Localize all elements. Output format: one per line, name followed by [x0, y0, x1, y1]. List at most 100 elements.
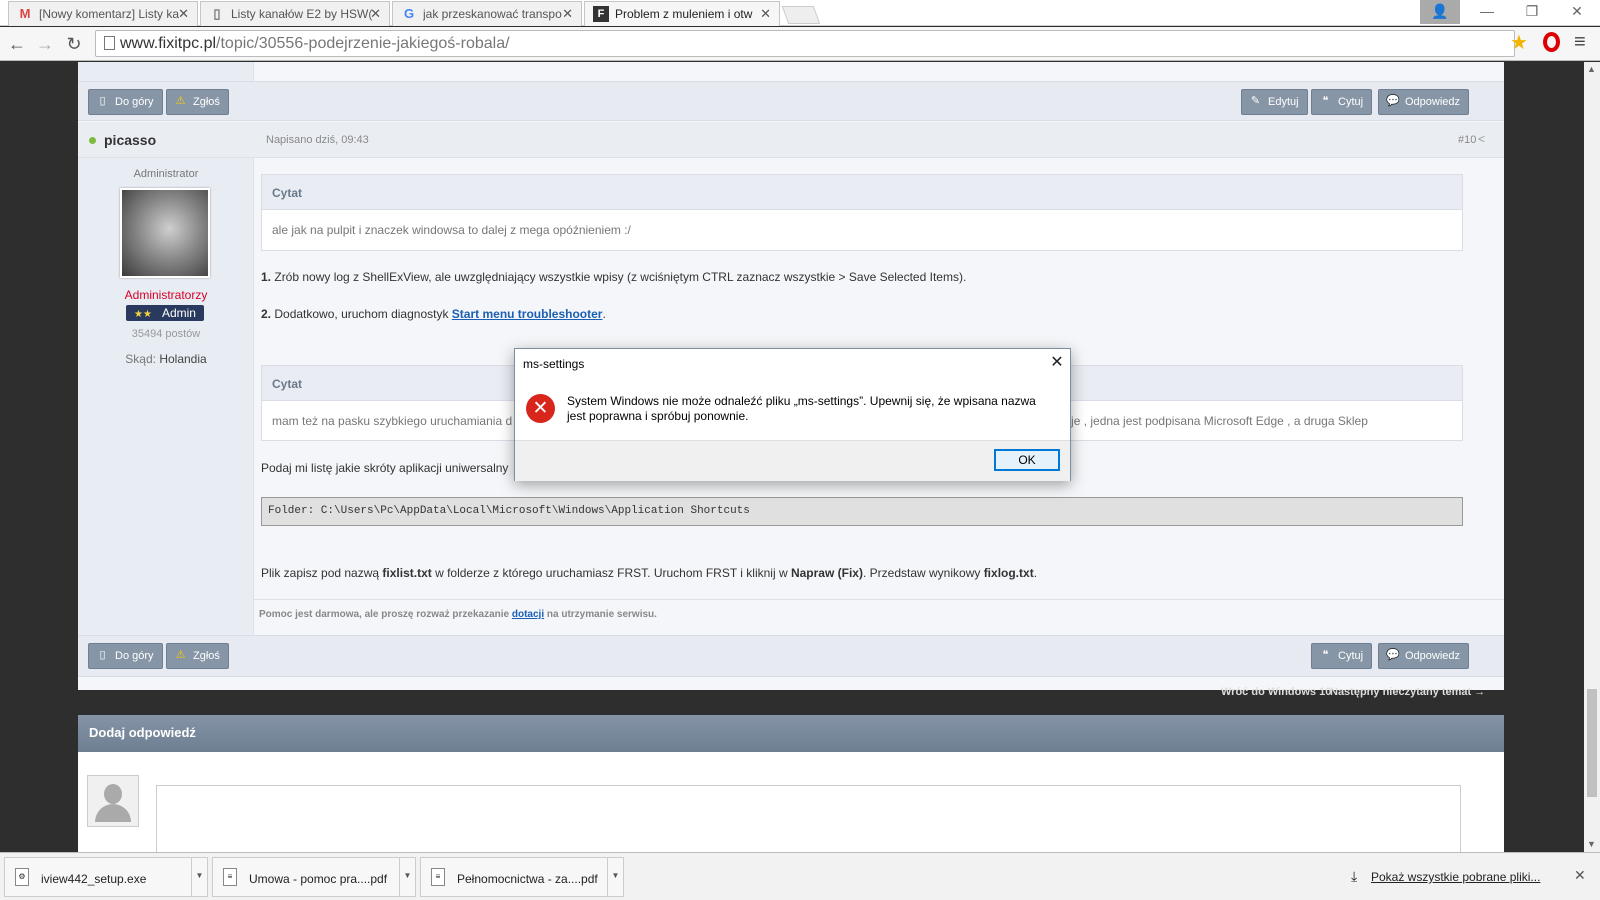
to-top-button[interactable]: ▯ Do góry: [88, 643, 163, 669]
close-window-button[interactable]: ✕: [1555, 0, 1599, 24]
scroll-up-icon[interactable]: ▲: [1587, 64, 1596, 74]
reply-panel-title: Dodaj odpowiedź: [78, 715, 1504, 752]
filename-fixlist: fixlist.txt: [382, 566, 432, 580]
warning-icon: ⚠: [175, 649, 186, 661]
user-avatar-placeholder-icon: [87, 775, 139, 827]
reply-button[interactable]: 💬 Odpowiedz: [1378, 89, 1470, 115]
tab-gmail[interactable]: M [Nowy komentarz] Listy ka ✕: [8, 1, 198, 26]
donation-link[interactable]: dotacji: [512, 609, 544, 620]
tab-channel-lists[interactable]: ▯ Listy kanałów E2 by HSW( ✕: [200, 1, 390, 26]
reply-button[interactable]: 💬 Odpowiedz: [1378, 643, 1470, 669]
menu-icon[interactable]: ≡: [1574, 31, 1586, 54]
tab-title: [Nowy komentarz] Listy ka: [39, 7, 180, 21]
chevron-down-icon[interactable]: ▼: [607, 858, 623, 896]
ok-button[interactable]: OK: [994, 449, 1060, 471]
reload-icon[interactable]: ↻: [62, 32, 86, 56]
download-item[interactable]: ≡ Pełnomocnictwa - za....pdf ▼: [420, 857, 624, 897]
quote-body: ale jak na pulpit i znaczek windowsa to …: [272, 223, 631, 237]
show-all-label: Pokaż wszystkie pobrane pliki...: [1371, 870, 1541, 884]
to-top-label: Do góry: [115, 650, 154, 662]
quote-block: Cytat ale jak na pulpit i znaczek window…: [261, 174, 1463, 251]
address-bar[interactable]: www.fixitpc.pl/topic/30556-podejrzenie-j…: [95, 30, 1515, 57]
dialog-message: System Windows nie może odnaleźć pliku „…: [567, 394, 1036, 423]
page-up-icon: ▯: [99, 649, 106, 661]
back-arrow-icon[interactable]: ←: [5, 32, 29, 56]
page-icon: ▯: [213, 6, 221, 21]
download-item[interactable]: ≡ Umowa - pomoc pra....pdf ▼: [212, 857, 416, 897]
rank-label: Admin: [161, 306, 196, 320]
url-text[interactable]: www.fixitpc.pl/topic/30556-podejrzenie-j…: [120, 35, 510, 53]
download-item[interactable]: ⚙ iview442_setup.exe ▼: [4, 857, 208, 897]
page-scrollbar[interactable]: ▲ ▼: [1584, 62, 1600, 852]
tab-fixitpc-active[interactable]: F Problem z muleniem i otw ✕: [584, 1, 780, 26]
quote-button[interactable]: ❝ Cytuj: [1311, 643, 1373, 669]
author-name[interactable]: picasso: [104, 132, 156, 148]
quote-button[interactable]: ❝ Cytuj: [1311, 89, 1373, 115]
close-tab-icon[interactable]: ✕: [370, 6, 381, 22]
close-tab-icon[interactable]: ✕: [562, 6, 573, 22]
gmail-icon: M: [19, 6, 31, 21]
show-all-downloads-link[interactable]: ⤓ Pokaż wszystkie pobrane pliki...: [1351, 868, 1541, 884]
scrollbar-thumb[interactable]: [1587, 689, 1597, 797]
download-icon: ⤓: [1351, 868, 1358, 884]
tab-title: Listy kanałów E2 by HSW(: [231, 7, 373, 21]
paragraph-end: .: [1033, 566, 1038, 580]
post-number-link[interactable]: #10: [1458, 134, 1476, 146]
next-unread-topic-link[interactable]: Następny nieczytany temat →: [1330, 686, 1485, 698]
dialog-footer: OK: [515, 440, 1070, 481]
quote-text-left: mam też na pasku szybkiego uruchamiania …: [272, 414, 513, 428]
download-filename: Pełnomocnictwa - za....pdf: [457, 872, 598, 886]
post-top-action-bar: ▯ Do góry ⚠ Zgłoś ✎ Edytuj ❝ Cytuj 💬 Odpowied…: [78, 81, 1504, 121]
user-title: Administrator: [133, 168, 199, 180]
previous-post-left-column: [78, 62, 254, 81]
new-tab-button[interactable]: [781, 6, 821, 24]
close-tab-icon[interactable]: ✕: [760, 6, 771, 22]
dialog-title: ms-settings: [523, 357, 585, 371]
user-group: Administratorzy: [124, 288, 208, 302]
scroll-down-icon[interactable]: ▼: [1587, 839, 1596, 849]
error-icon: ✕: [526, 394, 555, 423]
close-downloads-bar-icon[interactable]: ✕: [1574, 867, 1586, 884]
online-status-dot: [89, 137, 96, 144]
edit-icon: ✎: [1250, 95, 1261, 107]
report-label: Zgłoś: [193, 650, 220, 662]
downloads-bar: ⚙ iview442_setup.exe ▼ ≡ Umowa - pomoc p…: [0, 852, 1600, 900]
google-icon: G: [403, 6, 415, 21]
chevron-down-icon[interactable]: ▼: [191, 858, 207, 896]
dialog-close-icon[interactable]: ✕: [1048, 352, 1066, 372]
tab-google-search[interactable]: G jak przeskanować transpo ✕: [392, 1, 582, 26]
code-block[interactable]: Folder: C:\Users\Pc\AppData\Local\Micros…: [261, 497, 1463, 526]
forward-arrow-icon[interactable]: →: [33, 32, 57, 56]
back-to-forum-link[interactable]: Wróć do Windows 10: [1221, 686, 1331, 698]
to-top-button[interactable]: ▯ Do góry: [88, 89, 163, 115]
report-button[interactable]: ⚠ Zgłoś: [166, 89, 229, 115]
minimize-button[interactable]: —: [1465, 0, 1509, 24]
opera-icon[interactable]: [1543, 32, 1560, 52]
restore-button[interactable]: ❐: [1510, 0, 1554, 24]
paragraph-3: Podaj mi listę jakie skróty aplikacji un…: [261, 461, 509, 475]
user-profile-icon[interactable]: 👤: [1420, 0, 1460, 24]
user-location: Skąd: Holandia: [78, 352, 254, 366]
pdf-file-icon: ≡: [223, 868, 237, 886]
reply-bubble-icon: 💬: [1386, 95, 1400, 107]
url-path: /topic/30556-podejrzenie-jakiegoś-robala…: [216, 35, 510, 52]
page-up-icon: ▯: [99, 95, 106, 107]
share-icon[interactable]: <: [1478, 132, 1485, 146]
location-value: Holandia: [159, 352, 207, 366]
close-tab-icon[interactable]: ✕: [178, 6, 189, 22]
fixitpc-icon: F: [593, 6, 609, 22]
reply-bubble-icon: 💬: [1386, 649, 1400, 661]
edit-label: Edytuj: [1268, 96, 1299, 108]
tab-title: jak przeskanować transpo: [423, 7, 562, 21]
start-menu-troubleshooter-link[interactable]: Start menu troubleshooter: [452, 307, 603, 321]
paragraph-text: . Przedstaw wynikowy: [862, 566, 984, 580]
edit-button[interactable]: ✎ Edytuj: [1241, 89, 1308, 115]
chevron-down-icon[interactable]: ▼: [399, 858, 415, 896]
bookmark-star-icon[interactable]: ★: [1510, 30, 1528, 55]
quote-label: Cytuj: [1338, 96, 1364, 108]
pdf-file-icon: ≡: [431, 868, 445, 886]
reply-panel: Dodaj odpowiedź: [78, 715, 1504, 852]
avatar[interactable]: [120, 188, 210, 278]
reply-editor[interactable]: [156, 785, 1461, 852]
report-button[interactable]: ⚠ Zgłoś: [166, 643, 229, 669]
